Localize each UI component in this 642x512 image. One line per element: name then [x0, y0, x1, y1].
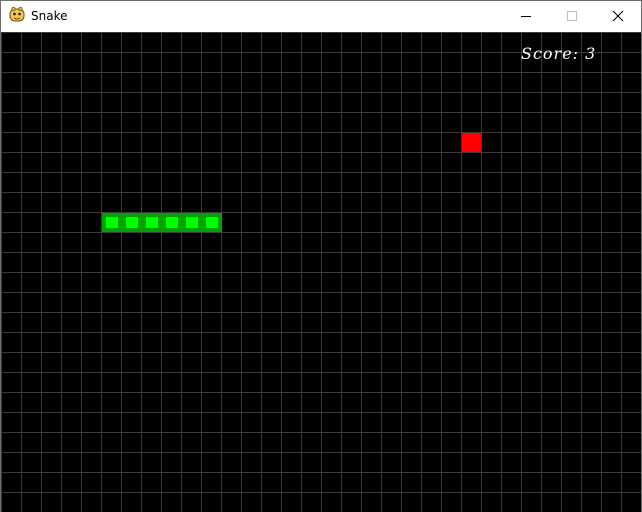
game-board[interactable]: Score: 3 [1, 32, 641, 512]
snake-segment-core [126, 217, 138, 228]
window-title: Snake [31, 9, 68, 23]
maximize-icon [567, 11, 577, 21]
snake-segment [122, 213, 142, 232]
snake-segment [162, 213, 182, 232]
close-button[interactable] [595, 1, 641, 31]
snake-segment [142, 213, 162, 232]
food-apple [462, 133, 481, 152]
score-label: Score: 3 [521, 44, 597, 63]
python-snake-icon [9, 7, 25, 22]
snake-segment-core [166, 217, 178, 228]
snake-segment-core [206, 217, 218, 228]
minimize-button[interactable] [503, 1, 549, 31]
title-bar[interactable]: Snake [1, 1, 641, 31]
snake-segment-core [146, 217, 158, 228]
maximize-button[interactable] [549, 1, 595, 31]
snake-segment-core [106, 217, 118, 228]
snake-segment [202, 213, 222, 232]
game-window: Snake Score: 3 [0, 0, 642, 512]
close-icon [612, 10, 624, 22]
minimize-icon [521, 16, 531, 17]
snake-segment [102, 213, 122, 232]
snake-segment [182, 213, 202, 232]
snake-segment-core [186, 217, 198, 228]
